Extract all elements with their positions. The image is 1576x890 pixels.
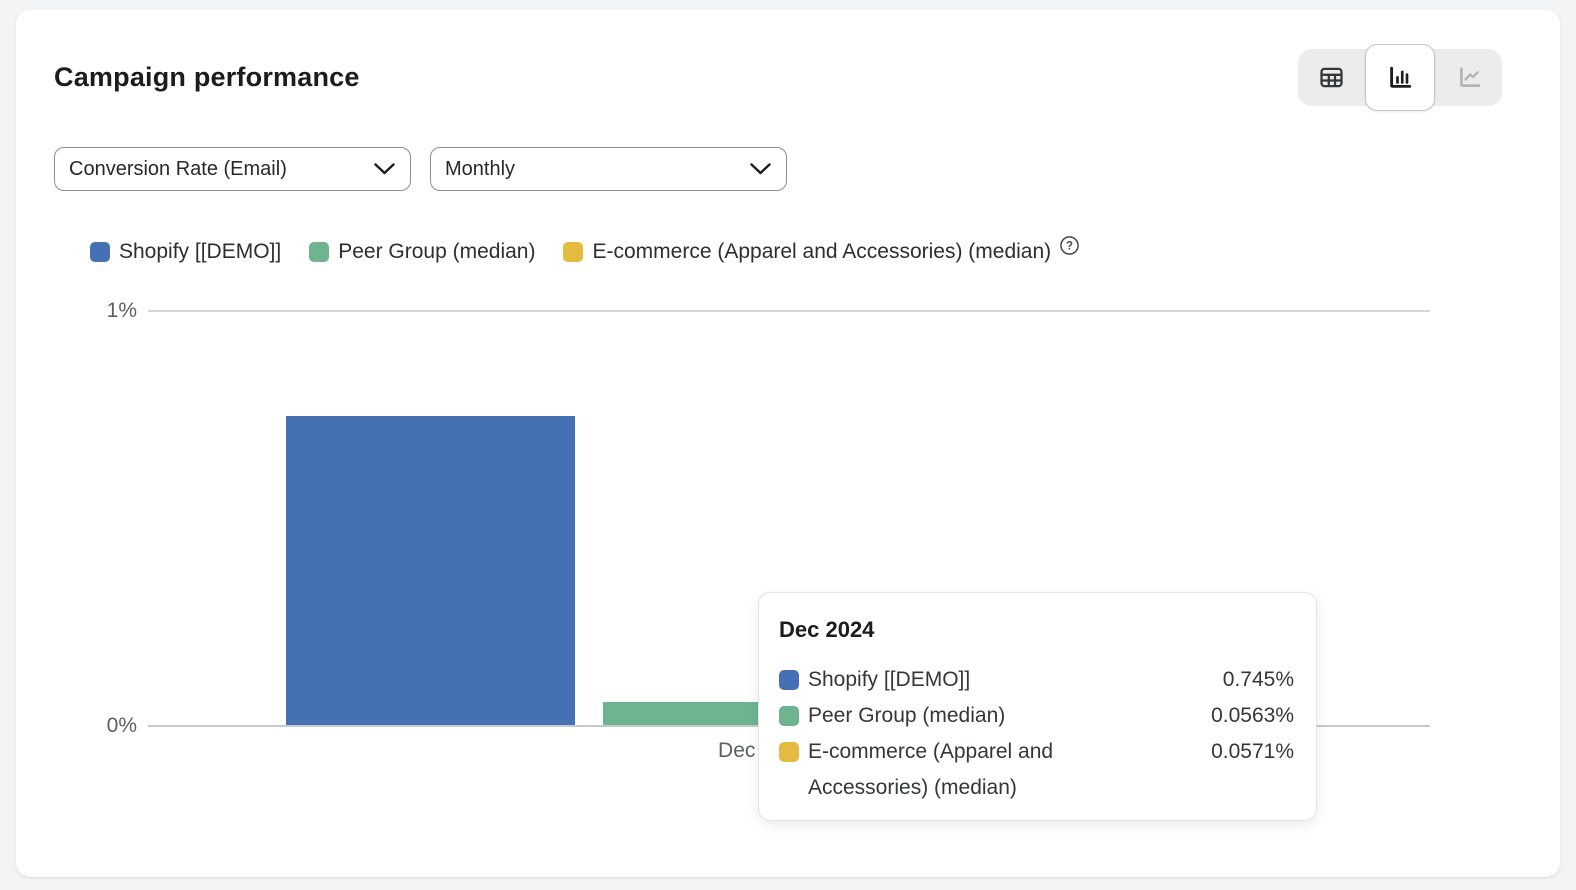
chart-tooltip: Dec 2024 Shopify [[DEMO]]0.745%Peer Grou… [758,592,1317,821]
chart-legend: Shopify [[DEMO]] Peer Group (median) E-com… [90,237,1080,267]
line-chart-view-button[interactable] [1436,49,1502,106]
legend-item-0: Shopify [[DEMO]] [90,240,281,264]
page-title: Campaign performance [54,62,360,93]
tooltip-swatch [779,742,799,762]
tooltip-series-value: 0.0571% [1148,734,1294,770]
gridline-1pct [148,310,1430,312]
svg-text:?: ? [1066,240,1073,252]
bar-shopify-demo[interactable] [286,416,575,725]
line-chart-icon [1456,64,1483,91]
view-toggle [1298,49,1502,106]
bar-chart-icon [1386,64,1414,92]
tooltip-swatch [779,670,799,690]
y-axis-tick-1pct: 1% [67,299,137,323]
legend-swatch [563,242,583,262]
legend-label: E-commerce (Apparel and Accessories) (me… [592,240,1051,264]
metric-dropdown[interactable]: Conversion Rate (Email) [54,147,411,191]
tooltip-series-value: 0.0563% [1148,698,1294,734]
table-icon [1318,64,1345,91]
tooltip-series-label: Peer Group (median) [808,698,1148,734]
tooltip-row-1: Peer Group (median)0.0563% [779,698,1294,734]
tooltip-series-value: 0.745% [1148,662,1294,698]
legend-swatch [309,242,329,262]
period-dropdown-value: Monthly [445,158,515,181]
legend-label: Shopify [[DEMO]] [119,240,281,264]
legend-item-1: Peer Group (median) [309,240,535,264]
tooltip-row-0: Shopify [[DEMO]]0.745% [779,662,1294,698]
metric-dropdown-value: Conversion Rate (Email) [69,158,287,181]
legend-swatch [90,242,110,262]
bar-chart-view-button[interactable] [1365,44,1435,111]
table-view-button[interactable] [1298,49,1364,106]
chevron-down-icon [749,162,772,176]
campaign-performance-card: Campaign performance [16,10,1560,877]
tooltip-series-label: Shopify [[DEMO]] [808,662,1148,698]
chevron-down-icon [373,162,396,176]
y-axis-tick-0pct: 0% [67,714,137,738]
tooltip-title: Dec 2024 [779,617,1294,643]
legend-label: Peer Group (median) [338,240,535,264]
question-mark-circle-icon[interactable]: ? [1059,235,1080,256]
legend-item-2: E-commerce (Apparel and Accessories) (me… [563,240,1051,264]
period-dropdown[interactable]: Monthly [430,147,787,191]
tooltip-row-2: E-commerce (Apparel and Accessories) (me… [779,734,1294,806]
tooltip-series-label: E-commerce (Apparel and Accessories) (me… [808,734,1148,806]
tooltip-swatch [779,706,799,726]
